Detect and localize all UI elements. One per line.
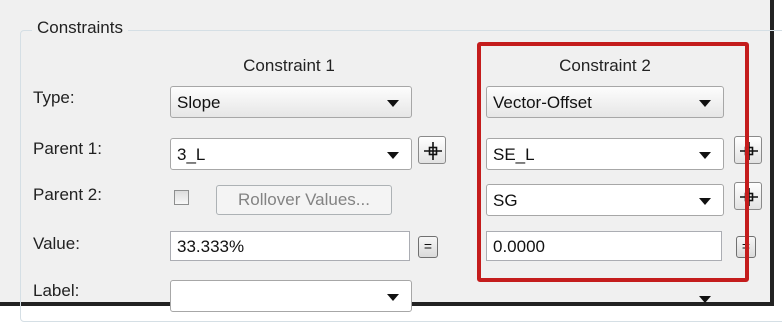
parent2-label: Parent 2: xyxy=(33,185,102,204)
constraint1-label-combo[interactable] xyxy=(170,280,412,312)
chevron-down-icon xyxy=(387,152,399,159)
constraint1-header: Constraint 1 xyxy=(243,56,335,75)
constraint1-value-text: 33.333% xyxy=(177,237,245,256)
label-label: Label: xyxy=(33,281,80,300)
constraints-group-title: Constraints xyxy=(32,18,128,38)
parent1-label: Parent 1: xyxy=(33,139,102,158)
constraint1-parent1-combo[interactable]: 3_L xyxy=(170,138,412,170)
constraint1-parent1-pick-button[interactable] xyxy=(418,136,446,164)
chevron-down-icon xyxy=(387,294,399,301)
constraint1-parent1-value: 3_L xyxy=(177,145,206,164)
constraint1-equals-button[interactable]: = xyxy=(418,236,438,258)
constraint1-parent2-checkbox[interactable] xyxy=(174,190,189,205)
rollover-values-button[interactable]: Rollover Values... xyxy=(216,185,392,215)
constraint1-type-value: Slope xyxy=(177,93,221,112)
chevron-down-icon xyxy=(387,100,399,107)
crosshair-target-icon xyxy=(424,142,442,160)
constraint2-label-combo[interactable] xyxy=(486,282,724,314)
constraint1-type-select[interactable]: Slope xyxy=(170,86,412,118)
constraint1-value-field[interactable]: 33.333% xyxy=(170,231,410,261)
constraint2-highlight-box xyxy=(477,42,749,282)
chevron-down-icon xyxy=(699,296,711,303)
value-label: Value: xyxy=(33,234,80,253)
type-label: Type: xyxy=(33,88,75,107)
